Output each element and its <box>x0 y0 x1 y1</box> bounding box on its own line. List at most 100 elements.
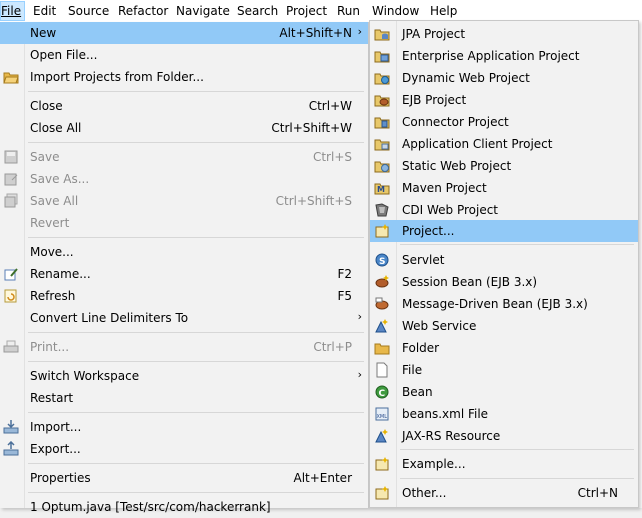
jaxrs-icon <box>375 429 388 443</box>
menu-item-convert-line-delimiters[interactable]: Convert Line Delimiters To › <box>0 307 368 329</box>
menu-run[interactable]: Run <box>337 4 360 18</box>
cdi-web-project-icon <box>375 203 389 217</box>
menu-help[interactable]: Help <box>430 4 457 18</box>
menu-item-save-as[interactable]: Save As... <box>0 168 368 190</box>
menu-item-shortcut: Ctrl+W <box>308 99 352 113</box>
menu-separator <box>28 91 364 92</box>
import-icon <box>3 420 19 434</box>
submenu-item-label: Static Web Project <box>402 159 512 173</box>
maven-project-icon: M <box>374 183 390 195</box>
menu-search[interactable]: Search <box>237 4 278 18</box>
menu-separator <box>400 244 634 245</box>
submenu-item-static-web-project[interactable]: Static Web Project <box>370 155 638 177</box>
static-web-project-icon <box>374 161 390 173</box>
menu-file[interactable]: File <box>0 1 26 21</box>
submenu-item-other[interactable]: Other... Ctrl+N <box>370 482 638 504</box>
submenu-item-label: Web Service <box>402 319 477 333</box>
menu-refactor[interactable]: Refactor <box>118 4 168 18</box>
menu-item-switch-workspace[interactable]: Switch Workspace › <box>0 365 368 387</box>
menu-item-import-projects[interactable]: Import Projects from Folder... <box>0 66 368 88</box>
print-icon <box>3 340 19 353</box>
connector-project-icon <box>374 117 390 129</box>
submenu-item-file[interactable]: File <box>370 359 638 381</box>
submenu-item-servlet[interactable]: S Servlet <box>370 249 638 271</box>
menu-item-close[interactable]: Close Ctrl+W <box>0 95 368 117</box>
menu-item-label: Refresh <box>30 289 76 303</box>
submenu-item-folder[interactable]: Folder <box>370 337 638 359</box>
svg-text:XML: XML <box>377 414 388 420</box>
submenu-item-connector-project[interactable]: Connector Project <box>370 111 638 133</box>
submenu-item-maven-project[interactable]: M Maven Project <box>370 177 638 199</box>
submenu-item-message-driven-bean[interactable]: Message-Driven Bean (EJB 3.x) <box>370 293 638 315</box>
menu-item-import[interactable]: Import... <box>0 416 368 438</box>
submenu-item-label: Servlet <box>402 253 445 267</box>
menu-source[interactable]: Source <box>68 4 109 18</box>
menu-item-save[interactable]: Save Ctrl+S <box>0 146 368 168</box>
submenu-item-enterprise-application-project[interactable]: Enterprise Application Project <box>370 45 638 67</box>
submenu-item-dynamic-web-project[interactable]: Dynamic Web Project <box>370 67 638 89</box>
menu-item-label: New <box>30 26 57 40</box>
menu-item-shortcut: Alt+Enter <box>293 471 352 485</box>
submenu-item-example[interactable]: Example... <box>370 453 638 475</box>
menu-item-label: Revert <box>30 216 70 230</box>
submenu-item-cdi-web-project[interactable]: CDI Web Project <box>370 199 638 221</box>
submenu-item-jax-rs-resource[interactable]: JAX-RS Resource <box>370 425 638 447</box>
menu-item-refresh[interactable]: Refresh F5 <box>0 285 368 307</box>
submenu-item-label: JAX-RS Resource <box>402 429 501 443</box>
submenu-item-label: Message-Driven Bean (EJB 3.x) <box>402 297 588 311</box>
menu-project[interactable]: Project <box>286 4 327 18</box>
menu-item-rename[interactable]: Rename... F2 <box>0 263 368 285</box>
menu-item-label: Move... <box>30 245 74 259</box>
menu-item-shortcut: Ctrl+Shift+S <box>275 194 352 208</box>
menu-item-new[interactable]: New Alt+Shift+N › <box>0 22 368 44</box>
menu-item-save-all[interactable]: Save All Ctrl+Shift+S <box>0 190 368 212</box>
menu-item-recent-file[interactable]: 1 Optum.java [Test/src/com/hackerrank] <box>0 496 368 518</box>
submenu-item-session-bean[interactable]: Session Bean (EJB 3.x) <box>370 271 638 293</box>
session-bean-icon <box>375 275 389 288</box>
submenu-item-jpa-project[interactable]: JPA Project <box>370 23 638 45</box>
submenu-arrow-icon: › <box>357 25 362 38</box>
submenu-item-label: Dynamic Web Project <box>402 71 530 85</box>
menu-window[interactable]: Window <box>372 4 419 18</box>
menu-item-label: Save As... <box>30 172 90 186</box>
menu-item-properties[interactable]: Properties Alt+Enter <box>0 467 368 489</box>
menu-edit[interactable]: Edit <box>33 4 56 18</box>
submenu-item-bean[interactable]: C Bean <box>370 381 638 403</box>
menu-item-label: Print... <box>30 340 70 354</box>
menu-item-label: Import Projects from Folder... <box>30 70 204 84</box>
menu-item-restart[interactable]: Restart <box>0 387 368 409</box>
folder-icon <box>3 72 19 84</box>
menu-item-export[interactable]: Export... <box>0 438 368 460</box>
menu-separator <box>28 237 364 238</box>
submenu-item-beans-xml-file[interactable]: XML beans.xml File <box>370 403 638 425</box>
submenu-item-label: beans.xml File <box>402 407 489 421</box>
menu-item-shortcut: F5 <box>337 289 352 303</box>
menu-item-label: 1 Optum.java [Test/src/com/hackerrank] <box>30 500 271 514</box>
submenu-item-application-client-project[interactable]: Application Client Project <box>370 133 638 155</box>
rename-icon <box>4 268 18 281</box>
example-icon <box>375 457 389 471</box>
menu-item-label: Rename... <box>30 267 91 281</box>
submenu-item-project[interactable]: Project... <box>370 220 638 242</box>
menu-item-close-all[interactable]: Close All Ctrl+Shift+W <box>0 117 368 139</box>
menu-item-label: Save All <box>30 194 79 208</box>
submenu-arrow-icon: › <box>357 310 362 323</box>
menu-item-move[interactable]: Move... <box>0 241 368 263</box>
menu-item-label: Save <box>30 150 60 164</box>
folder-icon <box>374 343 390 355</box>
submenu-item-ejb-project[interactable]: EJB Project <box>370 89 638 111</box>
submenu-item-web-service[interactable]: Web Service <box>370 315 638 337</box>
submenu-item-label: Session Bean (EJB 3.x) <box>402 275 538 289</box>
menu-separator <box>28 361 364 362</box>
menu-separator <box>28 412 364 413</box>
ear-project-icon <box>374 51 390 63</box>
menu-item-open-file[interactable]: Open File... <box>0 44 368 66</box>
menu-item-revert[interactable]: Revert <box>0 212 368 234</box>
submenu-item-label: CDI Web Project <box>402 203 499 217</box>
beans-xml-icon: XML <box>375 407 389 421</box>
menu-item-print[interactable]: Print... Ctrl+P <box>0 336 368 358</box>
jpa-project-icon <box>374 29 390 41</box>
app-client-project-icon <box>374 139 390 151</box>
menu-navigate[interactable]: Navigate <box>176 4 230 18</box>
menu-separator <box>400 478 634 479</box>
